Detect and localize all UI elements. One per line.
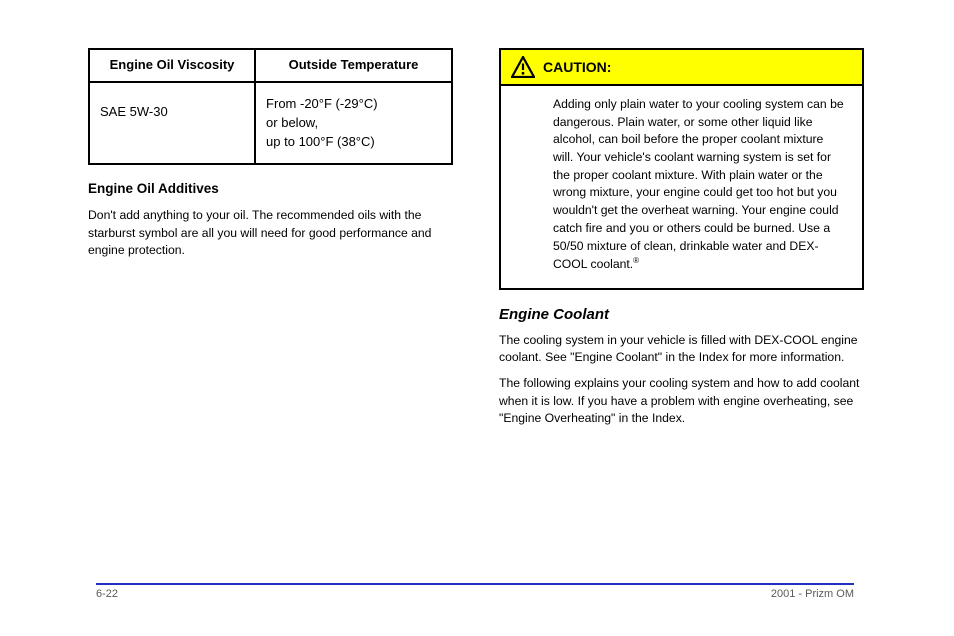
left-column: Engine Oil Viscosity Outside Temperature…: [88, 48, 453, 268]
right-column: CAUTION: Adding only plain water to your…: [499, 48, 864, 436]
caution-body-text: Adding only plain water to your cooling …: [553, 97, 844, 271]
page-footer: 6-22 2001 - Prizm OM: [96, 583, 854, 600]
caution-title: CAUTION:: [543, 57, 611, 77]
table-cell-temp: From -20°F (-29°C) or below, up to 100°F…: [256, 83, 451, 164]
temp-line-3: up to 100°F (38°C): [266, 134, 375, 149]
temp-line-2: or below,: [266, 115, 318, 130]
page-number: 6-22: [96, 588, 118, 600]
warning-icon: [511, 56, 535, 78]
caution-callout: CAUTION: Adding only plain water to your…: [499, 48, 864, 290]
engine-oil-additives-paragraph: Don't add anything to your oil. The reco…: [88, 207, 453, 260]
caution-header: CAUTION:: [501, 50, 862, 86]
pdf-label: 2001 - Prizm OM: [771, 588, 854, 600]
engine-coolant-heading: Engine Coolant: [499, 304, 864, 326]
temp-line-1: From -20°F (-29°C): [266, 96, 378, 111]
engine-coolant-paragraph-2: The following explains your cooling syst…: [499, 375, 864, 428]
caution-body: Adding only plain water to your cooling …: [501, 86, 862, 288]
engine-oil-additives-heading: Engine Oil Additives: [88, 179, 453, 199]
oil-viscosity-table: Engine Oil Viscosity Outside Temperature…: [88, 48, 453, 165]
page-content: Engine Oil Viscosity Outside Temperature…: [88, 48, 864, 436]
table-header-row: Engine Oil Viscosity Outside Temperature: [90, 50, 451, 81]
table-data-row: SAE 5W-30 From -20°F (-29°C) or below, u…: [90, 81, 451, 164]
table-cell-viscosity: SAE 5W-30: [90, 83, 256, 164]
table-header-temp: Outside Temperature: [256, 50, 451, 81]
registered-mark: ®: [633, 256, 639, 265]
table-header-viscosity: Engine Oil Viscosity: [90, 50, 256, 81]
engine-coolant-paragraph-1: The cooling system in your vehicle is fi…: [499, 332, 864, 367]
two-column-layout: Engine Oil Viscosity Outside Temperature…: [88, 48, 864, 436]
